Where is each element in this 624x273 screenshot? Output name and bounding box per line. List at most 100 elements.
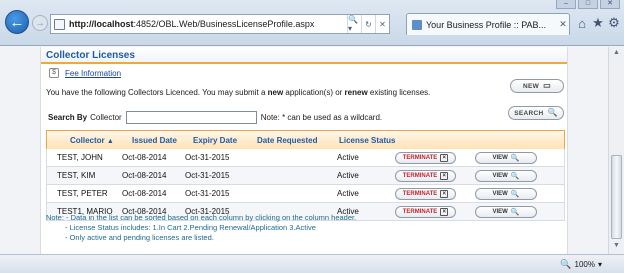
scroll-down-icon[interactable]: ▼	[611, 242, 622, 252]
cell-collector: TEST, JOHN	[57, 153, 103, 162]
panel-title: Collector Licenses	[41, 47, 567, 64]
cell-expiry-date: Oct-31-2015	[185, 153, 230, 162]
zoom-control[interactable]: 🔍 100% ▾	[560, 259, 602, 270]
terminate-button[interactable]: TERMINATE ×	[395, 187, 456, 200]
fee-info-row: $ Fee Information	[49, 68, 121, 78]
tab-title: Your Business Profile :: PAB...	[426, 19, 547, 30]
cell-issued-date: Oct-08-2014	[122, 189, 167, 198]
scroll-up-icon[interactable]: ▲	[611, 49, 622, 59]
forward-button[interactable]: →	[32, 15, 48, 31]
refresh-icon[interactable]: ↻	[361, 15, 375, 33]
search-dropdown-icon[interactable]: 🔍▾	[347, 15, 361, 33]
close-x-icon: ×	[440, 207, 449, 216]
intro-part2: application(s) or	[283, 88, 345, 97]
header-license-status[interactable]: License Status	[335, 136, 405, 145]
notes-block: Note: - Data in the list can be sorted b…	[46, 213, 356, 243]
cell-collector: TEST, KIM	[57, 171, 96, 180]
magnifier-icon: 🔍	[510, 154, 520, 162]
cell-collector: TEST, PETER	[57, 189, 108, 198]
terminate-label: TERMINATE	[402, 154, 438, 161]
view-button[interactable]: VIEW 🔍	[475, 205, 537, 218]
cell-license-status: Active	[337, 153, 359, 162]
zoom-icon: 🔍	[560, 259, 572, 269]
terminate-label: TERMINATE	[402, 208, 438, 215]
fee-info-icon: $	[49, 68, 59, 78]
header-collector[interactable]: Collector ▲	[47, 136, 127, 145]
maximize-button[interactable]: □	[578, 0, 598, 9]
url-path: :4852/OBL.Web/BusinessLicenseProfile.asp…	[133, 19, 315, 29]
zoom-level: 100%	[574, 260, 595, 269]
cell-license-status: Active	[337, 189, 359, 198]
view-label: VIEW	[492, 208, 508, 215]
licenses-table: Collector ▲ Issued Date Expiry Date Date…	[46, 130, 565, 221]
terminate-label: TERMINATE	[402, 172, 438, 179]
collector-licenses-panel: Collector Licenses $ Fee Information You…	[40, 47, 568, 254]
terminate-button[interactable]: TERMINATE ×	[395, 205, 456, 218]
view-button[interactable]: VIEW 🔍	[475, 151, 537, 164]
header-expiry-date[interactable]: Expiry Date	[189, 136, 253, 145]
close-x-icon: ×	[440, 171, 449, 180]
status-bar: 🔍 100% ▾	[0, 254, 624, 273]
close-x-icon: ×	[440, 189, 449, 198]
cell-issued-date: Oct-08-2014	[122, 153, 167, 162]
browser-tab[interactable]: Your Business Profile :: PAB... ✕	[406, 13, 570, 35]
terminate-button[interactable]: TERMINATE ×	[395, 151, 456, 164]
page-viewport: Collector Licenses $ Fee Information You…	[0, 47, 608, 254]
new-button[interactable]: NEW ▭	[510, 79, 564, 93]
vertical-scrollbar[interactable]: ▲ ▼	[608, 47, 624, 254]
search-field-label: Collector	[90, 113, 122, 122]
minimize-button[interactable]: –	[556, 0, 576, 9]
window-controls: – □ ✕	[556, 0, 620, 9]
settings-gear-icon[interactable]: ⚙	[606, 15, 622, 31]
view-label: VIEW	[492, 154, 508, 161]
back-arrow-icon: ←	[9, 13, 25, 31]
intro-text: You have the following Collectors Licenc…	[46, 88, 430, 97]
header-date-requested[interactable]: Date Requested	[253, 136, 335, 145]
search-button-label: SEARCH	[514, 109, 544, 117]
back-button[interactable]: ←	[5, 10, 29, 34]
cell-issued-date: Oct-08-2014	[122, 171, 167, 180]
magnifier-icon: 🔍	[510, 172, 520, 180]
fee-information-link[interactable]: Fee Information	[65, 69, 121, 78]
intro-renew: renew	[344, 88, 368, 97]
view-label: VIEW	[492, 190, 508, 197]
zoom-dropdown-icon[interactable]: ▾	[598, 260, 602, 269]
address-bar[interactable]: http://localhost:4852/OBL.Web/BusinessLi…	[50, 14, 390, 34]
cell-expiry-date: Oct-31-2015	[185, 189, 230, 198]
header-collector-label: Collector	[70, 135, 105, 145]
view-button[interactable]: VIEW 🔍	[475, 169, 537, 182]
terminate-button[interactable]: TERMINATE ×	[395, 169, 456, 182]
address-url[interactable]: http://localhost:4852/OBL.Web/BusinessLi…	[69, 19, 347, 29]
wildcard-note: Note: * can be used as a wildcard.	[260, 113, 383, 122]
browser-toolbar: – □ ✕ ← → http://localhost:4852/OBL.Web/…	[0, 0, 624, 46]
table-row: TEST, PETER Oct-08-2014 Oct-31-2015 Acti…	[46, 185, 565, 203]
home-icon[interactable]: ⌂	[574, 15, 590, 31]
search-button[interactable]: SEARCH 🔍	[508, 106, 564, 120]
favorites-star-icon[interactable]: ★	[590, 15, 606, 31]
tab-close-icon[interactable]: ✕	[557, 19, 569, 30]
search-by-label: Search By	[48, 113, 88, 122]
note-line-2: - License Status includes: 1.In Cart 2.P…	[65, 223, 316, 232]
intro-part1: You have the following Collectors Licenc…	[46, 88, 268, 97]
table-row: TEST, JOHN Oct-08-2014 Oct-31-2015 Activ…	[46, 149, 565, 167]
note-line-1: Note: - Data in the list can be sorted b…	[46, 213, 357, 222]
sort-ascending-icon: ▲	[106, 137, 114, 145]
scroll-thumb[interactable]	[611, 155, 622, 239]
view-button[interactable]: VIEW 🔍	[475, 187, 537, 200]
page-icon	[54, 18, 65, 30]
magnifier-icon: 🔍	[510, 190, 520, 198]
magnifier-icon: 🔍	[510, 208, 520, 216]
intro-part3: existing licenses.	[367, 88, 431, 97]
new-document-icon: ▭	[543, 81, 551, 90]
tab-favicon	[412, 19, 422, 30]
cell-license-status: Active	[337, 171, 359, 180]
table-header: Collector ▲ Issued Date Expiry Date Date…	[46, 130, 565, 149]
forward-arrow-icon: →	[35, 17, 45, 29]
header-issued-date[interactable]: Issued Date	[127, 136, 189, 145]
collector-search-input[interactable]	[125, 111, 257, 124]
close-window-button[interactable]: ✕	[600, 0, 620, 9]
search-magnifier-icon: 🔍	[547, 108, 558, 117]
search-row: Search By Collector Note: * can be used …	[48, 111, 382, 124]
stop-icon[interactable]: ✕	[375, 15, 389, 33]
view-label: VIEW	[492, 172, 508, 179]
